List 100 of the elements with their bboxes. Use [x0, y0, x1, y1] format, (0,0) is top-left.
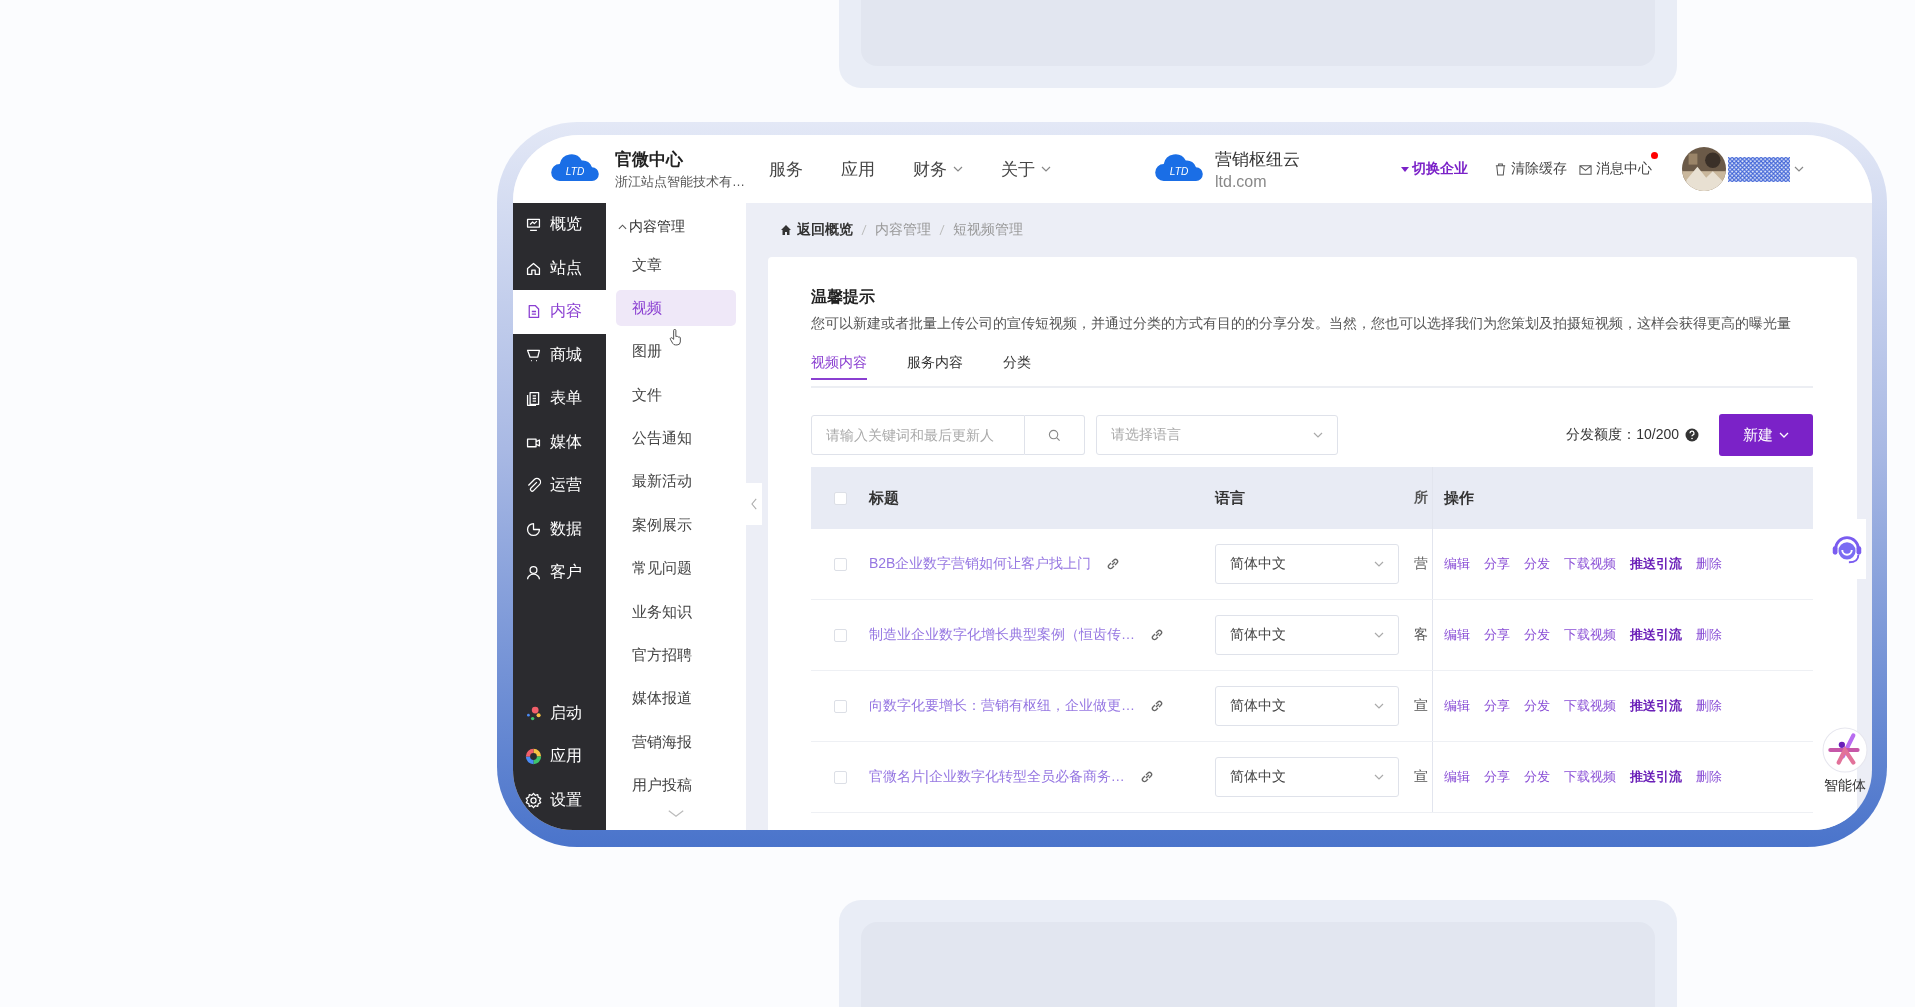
search-field[interactable]: 请输入关键词和最后更新人	[811, 415, 1025, 455]
action-link[interactable]: 分享	[1484, 697, 1510, 715]
search-icon	[1048, 428, 1061, 442]
action-link[interactable]: 下载视频	[1564, 626, 1616, 644]
checkbox[interactable]	[833, 491, 847, 505]
collapse-handle[interactable]	[746, 483, 762, 525]
action-link[interactable]: 推送引流	[1630, 626, 1682, 644]
action-link[interactable]: 下载视频	[1564, 768, 1616, 786]
action-link[interactable]: 分享	[1484, 626, 1510, 644]
table-cell: 宣	[1414, 768, 1428, 784]
action-link[interactable]: 推送引流	[1630, 555, 1682, 573]
action-link[interactable]: 删除	[1696, 626, 1722, 644]
chevron-down-icon	[953, 166, 963, 172]
help-icon[interactable]	[1685, 428, 1699, 442]
agent-icon[interactable]	[1822, 727, 1868, 773]
sidebar-item[interactable]: 内容	[513, 290, 606, 334]
submenu-item[interactable]: 视频	[616, 290, 736, 327]
language-select[interactable]: 简体中文	[1215, 615, 1399, 655]
form-icon	[525, 390, 542, 408]
table-cell: 宣	[1414, 697, 1428, 713]
sidebar-item[interactable]: 应用	[513, 735, 606, 779]
clear-cache-link[interactable]: 清除缓存	[1494, 160, 1567, 178]
agent-label: 智能体	[1824, 777, 1866, 795]
new-button[interactable]: 新建	[1719, 414, 1813, 456]
sidebar-item[interactable]: 概览	[513, 203, 606, 247]
action-link[interactable]: 下载视频	[1564, 697, 1616, 715]
video-title-link[interactable]: 制造业企业数字化增长典型案例（恒齿传…	[869, 626, 1135, 644]
action-link[interactable]: 分享	[1484, 768, 1510, 786]
sidebar-item[interactable]: 表单	[513, 377, 606, 421]
checkbox[interactable]	[833, 770, 847, 784]
language-select[interactable]: 简体中文	[1215, 757, 1399, 797]
submenu-item[interactable]: 用户投稿	[616, 767, 736, 804]
checkbox[interactable]	[833, 699, 847, 713]
product-title: 营销枢纽云	[1215, 148, 1301, 171]
checkbox[interactable]	[833, 557, 847, 571]
language-select[interactable]: 简体中文	[1215, 686, 1399, 726]
submenu-item[interactable]: 官方招聘	[616, 637, 736, 674]
action-link[interactable]: 编辑	[1444, 555, 1470, 573]
nav-link[interactable]: 应用	[841, 157, 875, 181]
submenu-item[interactable]: 营销海报	[616, 724, 736, 761]
action-link[interactable]: 分享	[1484, 555, 1510, 573]
language-select[interactable]: 简体中文	[1215, 544, 1399, 584]
chevron-down-icon	[1313, 432, 1323, 438]
video-title-link[interactable]: 官微名片|企业数字化转型全员必备商务…	[869, 768, 1125, 786]
video-title-link[interactable]: B2B企业数字营销如何让客户找上门	[869, 555, 1092, 573]
table-cell: 客	[1414, 626, 1428, 642]
action-link[interactable]: 分发	[1524, 768, 1550, 786]
nav-link[interactable]: 关于	[1001, 157, 1051, 181]
action-link[interactable]: 分发	[1524, 697, 1550, 715]
video-title-link[interactable]: 向数字化要增长：营销有枢纽，企业做更…	[869, 697, 1135, 715]
submenu-item[interactable]: 媒体报道	[616, 680, 736, 717]
action-link[interactable]: 删除	[1696, 555, 1722, 573]
nav-link[interactable]: 财务	[913, 157, 963, 181]
breadcrumb-link[interactable]: 返回概览	[780, 221, 853, 239]
sidebar-item[interactable]: 客户	[513, 551, 606, 595]
color-ring-icon	[525, 748, 542, 766]
link-icon[interactable]	[1149, 698, 1165, 714]
chevron-down-icon	[1374, 632, 1384, 638]
message-center-link[interactable]: 消息中心	[1579, 160, 1652, 178]
pie-chart-icon	[525, 520, 542, 538]
switch-company-link[interactable]: 切换企业	[1401, 160, 1468, 178]
submenu-item[interactable]: 案例展示	[616, 507, 736, 544]
submenu-item[interactable]: 文件	[616, 377, 736, 414]
action-link[interactable]: 编辑	[1444, 697, 1470, 715]
sidebar-item[interactable]: 启动	[513, 691, 606, 735]
column-header: 所	[1414, 489, 1429, 507]
action-link[interactable]: 编辑	[1444, 768, 1470, 786]
sidebar-item[interactable]: 数据	[513, 507, 606, 551]
submenu-item[interactable]: 文章	[616, 247, 736, 283]
action-link[interactable]: 删除	[1696, 697, 1722, 715]
action-link[interactable]: 删除	[1696, 768, 1722, 786]
sidebar-item[interactable]: 媒体	[513, 420, 606, 464]
chevron-down-icon[interactable]	[667, 809, 685, 819]
nav-link[interactable]: 服务	[769, 157, 803, 181]
sidebar-item[interactable]: 设置	[513, 778, 606, 822]
sidebar-item[interactable]: 运营	[513, 464, 606, 508]
notice-title: 温馨提示	[811, 287, 876, 307]
action-link[interactable]: 推送引流	[1630, 768, 1682, 786]
tab[interactable]: 分类	[1003, 350, 1031, 380]
breadcrumb-separator	[939, 224, 945, 236]
sidebar-item[interactable]: 站点	[513, 246, 606, 290]
action-link[interactable]: 下载视频	[1564, 555, 1616, 573]
tab[interactable]: 视频内容	[811, 350, 867, 380]
column-header: 标题	[869, 488, 900, 508]
submenu-item[interactable]: 最新活动	[616, 463, 736, 500]
submenu-item[interactable]: 业务知识	[616, 594, 736, 631]
checkbox[interactable]	[833, 628, 847, 642]
link-icon[interactable]	[1149, 627, 1165, 643]
action-link[interactable]: 编辑	[1444, 626, 1470, 644]
sidebar-item[interactable]: 商城	[513, 333, 606, 377]
submenu-item[interactable]: 常见问题	[616, 550, 736, 587]
submenu-item[interactable]: 图册	[616, 333, 736, 370]
notice-text: 您可以新建或者批量上传公司的宣传短视频，并通过分类的方式有目的的分享分发。当然，您也可以选择我们为您策划及拍摄短视频，这样会获得更高的曝光量	[811, 314, 1792, 333]
action-link[interactable]: 推送引流	[1630, 697, 1682, 715]
chevron-down-icon[interactable]	[1794, 166, 1804, 172]
submenu-group[interactable]: 内容管理	[606, 207, 746, 247]
submenu-item[interactable]: 公告通知	[616, 420, 736, 457]
tab[interactable]: 服务内容	[907, 350, 963, 380]
action-link[interactable]: 分发	[1524, 626, 1550, 644]
action-link[interactable]: 分发	[1524, 555, 1550, 573]
